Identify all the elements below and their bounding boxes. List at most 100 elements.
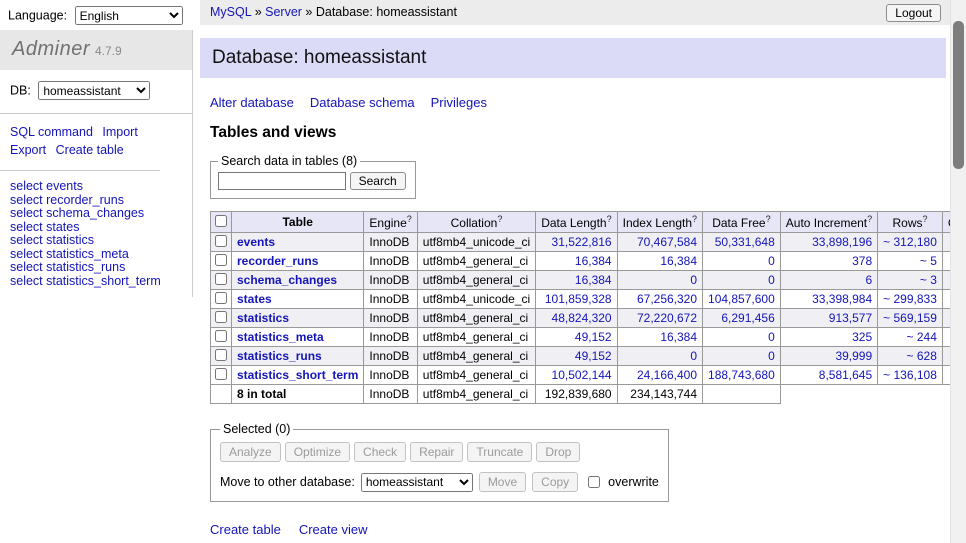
alter-database-link[interactable]: Alter database [210,95,294,110]
help-marker[interactable]: ? [867,214,872,224]
data-free-link[interactable]: 50,331,648 [715,235,775,249]
create-table-link[interactable]: Create table [210,522,281,537]
data-length-link[interactable]: 16,384 [575,254,612,268]
index-length-link[interactable]: 72,220,672 [637,311,697,325]
sidebar-select-schema-changes[interactable]: select schema_changes [10,207,182,221]
rows-link[interactable]: ~ 569,159 [883,311,937,325]
help-marker[interactable]: ? [923,214,928,224]
breadcrumb-link-mysql[interactable]: MySQL [210,5,251,19]
data-length-link[interactable]: 16,384 [575,273,612,287]
sidebar-action-export[interactable]: Export [10,143,46,157]
auto-increment-link[interactable]: 6 [865,273,872,287]
data-free-link[interactable]: 6,291,456 [721,311,774,325]
language-select[interactable]: English [75,6,183,25]
index-length-link[interactable]: 70,467,584 [637,235,697,249]
logout-button[interactable]: Logout [886,4,941,22]
vertical-scrollbar[interactable] [950,0,966,543]
rows-link[interactable]: ~ 244 [907,330,937,344]
sidebar-select-statistics[interactable]: select statistics [10,234,182,248]
breadcrumb-link-server[interactable]: Server [265,5,302,19]
row-checkbox[interactable] [215,368,227,380]
sidebar-select-states[interactable]: select states [10,221,182,235]
sidebar-select-events[interactable]: select events [10,180,182,194]
data-length-link[interactable]: 10,502,144 [552,368,612,382]
data-length-link[interactable]: 48,824,320 [552,311,612,325]
sidebar-select-recorder-runs[interactable]: select recorder_runs [10,194,182,208]
search-button[interactable]: Search [350,172,406,190]
rows-link[interactable]: ~ 299,833 [883,292,937,306]
db-select[interactable]: homeassistant [38,81,150,100]
data-free-link[interactable]: 0 [768,254,775,268]
row-checkbox[interactable] [215,349,227,361]
table-link-schema-changes[interactable]: schema_changes [237,273,337,287]
data-free-link[interactable]: 0 [768,349,775,363]
rows-link[interactable]: ~ 312,180 [883,235,937,249]
row-checkbox[interactable] [215,330,227,342]
rows-link[interactable]: ~ 628 [907,349,937,363]
help-marker[interactable]: ? [407,214,412,224]
index-length-link[interactable]: 16,384 [660,254,697,268]
data-length-link[interactable]: 49,152 [575,349,612,363]
database-schema-link[interactable]: Database schema [310,95,415,110]
index-length-link[interactable]: 24,166,400 [637,368,697,382]
help-marker[interactable]: ? [692,214,697,224]
row-checkbox[interactable] [215,292,227,304]
truncate-button[interactable]: Truncate [467,442,532,462]
data-length-link[interactable]: 49,152 [575,330,612,344]
privileges-link[interactable]: Privileges [431,95,487,110]
create-view-link[interactable]: Create view [299,522,368,537]
data-length-link[interactable]: 31,522,816 [552,235,612,249]
optimize-button[interactable]: Optimize [285,442,350,462]
help-marker[interactable]: ? [607,214,612,224]
data-length-link[interactable]: 101,859,328 [545,292,612,306]
auto-increment-link[interactable]: 8,581,645 [819,368,872,382]
move-button[interactable]: Move [479,472,526,492]
table-link-recorder-runs[interactable]: recorder_runs [237,254,318,268]
table-link-statistics-short-term[interactable]: statistics_short_term [237,368,358,382]
index-length-link[interactable]: 16,384 [660,330,697,344]
row-checkbox[interactable] [215,273,227,285]
drop-button[interactable]: Drop [536,442,580,462]
rows-link[interactable]: ~ 5 [920,254,937,268]
auto-increment-link[interactable]: 913,577 [829,311,872,325]
row-checkbox[interactable] [215,235,227,247]
row-checkbox[interactable] [215,254,227,266]
index-length-link[interactable]: 0 [690,273,697,287]
sidebar-action-create-table[interactable]: Create table [56,143,124,157]
rows-link[interactable]: ~ 3 [920,273,937,287]
table-link-states[interactable]: states [237,292,272,306]
search-input[interactable] [218,172,346,190]
table-link-statistics-meta[interactable]: statistics_meta [237,330,324,344]
table-link-events[interactable]: events [237,235,275,249]
auto-increment-link[interactable]: 39,999 [835,349,872,363]
table-link-statistics-runs[interactable]: statistics_runs [237,349,322,363]
index-length-link[interactable]: 67,256,320 [637,292,697,306]
select-all-checkbox[interactable] [215,215,227,227]
analyze-button[interactable]: Analyze [220,442,281,462]
help-marker[interactable]: ? [766,214,771,224]
sidebar-select-statistics-short-term[interactable]: select statistics_short_term [10,275,182,289]
auto-increment-link[interactable]: 33,898,196 [812,235,872,249]
data-free-link[interactable]: 0 [768,330,775,344]
sidebar-select-statistics-runs[interactable]: select statistics_runs [10,261,182,275]
repair-button[interactable]: Repair [410,442,463,462]
sidebar-action-import[interactable]: Import [102,125,137,139]
table-link-statistics[interactable]: statistics [237,311,289,325]
copy-button[interactable]: Copy [532,472,578,492]
row-checkbox[interactable] [215,311,227,323]
rows-link[interactable]: ~ 136,108 [883,368,937,382]
move-database-select[interactable]: homeassistant [361,473,473,492]
auto-increment-link[interactable]: 378 [852,254,872,268]
sidebar-select-statistics-meta[interactable]: select statistics_meta [10,248,182,262]
data-free-link[interactable]: 0 [768,273,775,287]
auto-increment-link[interactable]: 33,398,984 [812,292,872,306]
check-button[interactable]: Check [354,442,406,462]
auto-increment-link[interactable]: 325 [852,330,872,344]
data-free-link[interactable]: 188,743,680 [708,368,775,382]
overwrite-checkbox[interactable] [588,476,600,488]
scrollbar-thumb[interactable] [953,21,964,169]
sidebar-action-sql-command[interactable]: SQL command [10,125,93,139]
help-marker[interactable]: ? [497,214,502,224]
index-length-link[interactable]: 0 [690,349,697,363]
data-free-link[interactable]: 104,857,600 [708,292,775,306]
